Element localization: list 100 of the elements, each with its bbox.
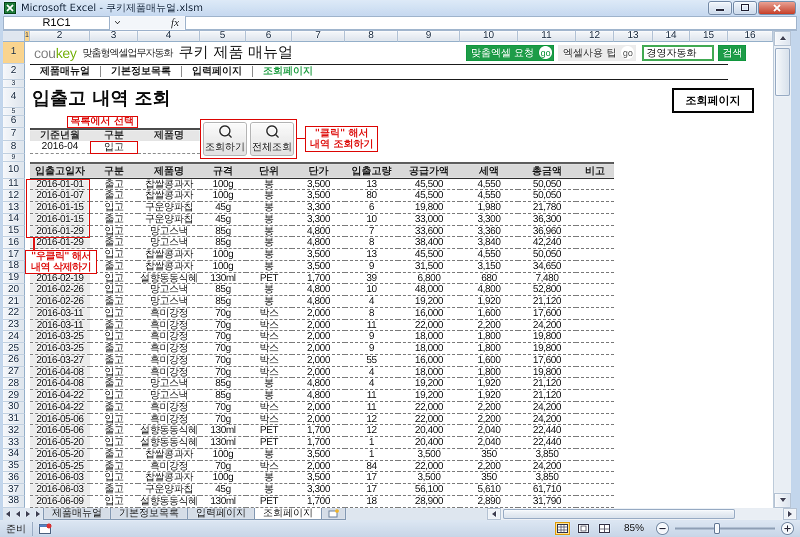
filter-field[interactable]: 입고 bbox=[90, 140, 138, 154]
table-cell: 24,200 bbox=[518, 320, 576, 332]
row-header[interactable]: 12 bbox=[3, 190, 25, 202]
row-header[interactable]: 18 bbox=[3, 260, 25, 273]
table-cell: 1,600 bbox=[460, 354, 518, 367]
column-header[interactable]: 9 bbox=[398, 30, 460, 42]
link-button[interactable]: 엑셀사용 팁 go bbox=[558, 44, 636, 61]
search-button[interactable]: 전체조회 bbox=[250, 122, 294, 156]
row-header[interactable]: 6 bbox=[3, 116, 25, 128]
column-header[interactable]: 10 bbox=[460, 30, 518, 42]
table-cell: 2016-03-11 bbox=[30, 308, 90, 320]
row-header[interactable]: 11 bbox=[3, 178, 25, 190]
annotation-note: "우클릭" 해서 내역 삭제하기 bbox=[25, 250, 97, 274]
slider-thumb[interactable] bbox=[714, 523, 720, 534]
link-button[interactable]: 맞춤엑셀 요청 go bbox=[466, 44, 554, 61]
row-header[interactable]: 15 bbox=[3, 226, 25, 238]
table-cell: 설향동동식혜 bbox=[138, 425, 200, 438]
row-header[interactable]: 37 bbox=[3, 484, 25, 496]
sheet-tab[interactable]: 기본정보목록 bbox=[110, 508, 188, 520]
row-header[interactable]: 1 bbox=[3, 42, 25, 64]
nav-link[interactable]: 기본정보목록 bbox=[100, 66, 181, 78]
row-header[interactable]: 26 bbox=[3, 354, 25, 367]
table-cell: 70g bbox=[200, 414, 246, 426]
up-arrow-icon bbox=[778, 34, 786, 42]
column-header[interactable]: 12 bbox=[576, 30, 614, 42]
row-header[interactable]: 23 bbox=[3, 320, 25, 332]
table-cell: 2,000 bbox=[292, 320, 345, 332]
row-header[interactable]: 20 bbox=[3, 284, 25, 296]
table-cell: 31,500 bbox=[398, 260, 460, 273]
row-header[interactable]: 38 bbox=[3, 496, 25, 508]
page-button[interactable]: 조회페이지 bbox=[672, 88, 754, 113]
row-header[interactable]: 8 bbox=[3, 140, 25, 154]
search-button[interactable]: 조회하기 bbox=[203, 122, 247, 156]
table-cell: 출고 bbox=[90, 402, 138, 414]
row-header[interactable]: 17 bbox=[3, 249, 25, 261]
table-cell: 7 bbox=[345, 226, 398, 238]
column-header[interactable]: 3 bbox=[90, 30, 138, 42]
row-header[interactable]: 30 bbox=[3, 402, 25, 414]
row-header[interactable]: 2 bbox=[3, 64, 25, 80]
formula-field[interactable] bbox=[185, 16, 797, 30]
scroll-down-button[interactable] bbox=[774, 492, 791, 508]
column-header[interactable]: 7 bbox=[292, 30, 345, 42]
table-cell: 출고 bbox=[90, 178, 138, 190]
scrollbar-thumb[interactable] bbox=[503, 508, 735, 520]
row-header[interactable]: 28 bbox=[3, 378, 25, 390]
row-header[interactable]: 22 bbox=[3, 308, 25, 320]
row-header[interactable]: 25 bbox=[3, 343, 25, 355]
column-header[interactable]: 2 bbox=[30, 30, 90, 42]
table-cell: 13 bbox=[345, 178, 398, 190]
insert-function-button[interactable]: fx bbox=[165, 16, 185, 30]
scroll-right-button[interactable] bbox=[783, 508, 797, 520]
row-header[interactable]: 34 bbox=[3, 448, 25, 461]
close-button[interactable] bbox=[758, 0, 796, 15]
row-header[interactable]: 10 bbox=[3, 162, 25, 179]
row-header[interactable]: 21 bbox=[3, 296, 25, 308]
row-header[interactable]: 29 bbox=[3, 390, 25, 402]
column-header[interactable]: 15 bbox=[690, 30, 728, 42]
nav-link[interactable]: 입력페이지 bbox=[181, 66, 252, 78]
page-layout-button[interactable] bbox=[576, 522, 591, 536]
search-button[interactable]: 검색 bbox=[718, 44, 746, 61]
row-header[interactable]: 36 bbox=[3, 472, 25, 484]
page-break-button[interactable] bbox=[596, 522, 612, 536]
scrollbar-thumb[interactable] bbox=[775, 48, 790, 96]
sheet-tab[interactable]: 제품매뉴얼 bbox=[43, 508, 111, 520]
minimize-button[interactable] bbox=[708, 0, 732, 15]
sheet-tab[interactable]: 조회페이지 bbox=[254, 508, 322, 520]
row-header[interactable]: 7 bbox=[3, 128, 25, 141]
row-header[interactable]: 14 bbox=[3, 214, 25, 226]
nav-link[interactable]: 제품매뉴얼 bbox=[30, 66, 100, 78]
normal-view-button[interactable] bbox=[554, 522, 570, 536]
row-header[interactable]: 35 bbox=[3, 460, 25, 472]
row-header[interactable]: 16 bbox=[3, 237, 25, 250]
name-box[interactable]: R1C1 bbox=[3, 16, 110, 30]
zoom-out-button[interactable] bbox=[656, 522, 669, 536]
row-header[interactable]: 27 bbox=[3, 366, 25, 378]
scroll-left-button[interactable] bbox=[487, 508, 501, 520]
column-header[interactable]: 8 bbox=[345, 30, 398, 42]
table-cell: 박스 bbox=[246, 343, 292, 355]
search-field[interactable]: 경영자동화 bbox=[642, 44, 714, 61]
maximize-button[interactable] bbox=[733, 0, 757, 15]
row-header[interactable]: 33 bbox=[3, 437, 25, 449]
column-header[interactable]: 5 bbox=[200, 30, 246, 42]
column-header[interactable]: 11 bbox=[518, 30, 576, 42]
column-header[interactable]: 4 bbox=[138, 30, 200, 42]
row-header[interactable]: 4 bbox=[3, 88, 25, 108]
row-header[interactable]: 19 bbox=[3, 272, 25, 284]
zoom-in-button[interactable] bbox=[781, 522, 794, 536]
row-header[interactable]: 13 bbox=[3, 202, 25, 214]
scroll-up-button[interactable] bbox=[774, 30, 791, 46]
sheet-tab[interactable]: 입력페이지 bbox=[187, 508, 255, 520]
row-header[interactable]: 32 bbox=[3, 425, 25, 438]
macro-record-icon[interactable] bbox=[39, 523, 52, 534]
row-header[interactable]: 31 bbox=[3, 414, 25, 426]
row-header[interactable]: 24 bbox=[3, 331, 25, 344]
column-header[interactable]: 6 bbox=[246, 30, 292, 42]
column-header[interactable]: 16 bbox=[728, 30, 773, 42]
column-header[interactable]: 14 bbox=[653, 30, 690, 42]
column-header[interactable]: 13 bbox=[614, 30, 653, 42]
filter-field[interactable]: 2016-04 bbox=[30, 140, 90, 154]
zoom-level[interactable]: 85% bbox=[624, 523, 644, 534]
